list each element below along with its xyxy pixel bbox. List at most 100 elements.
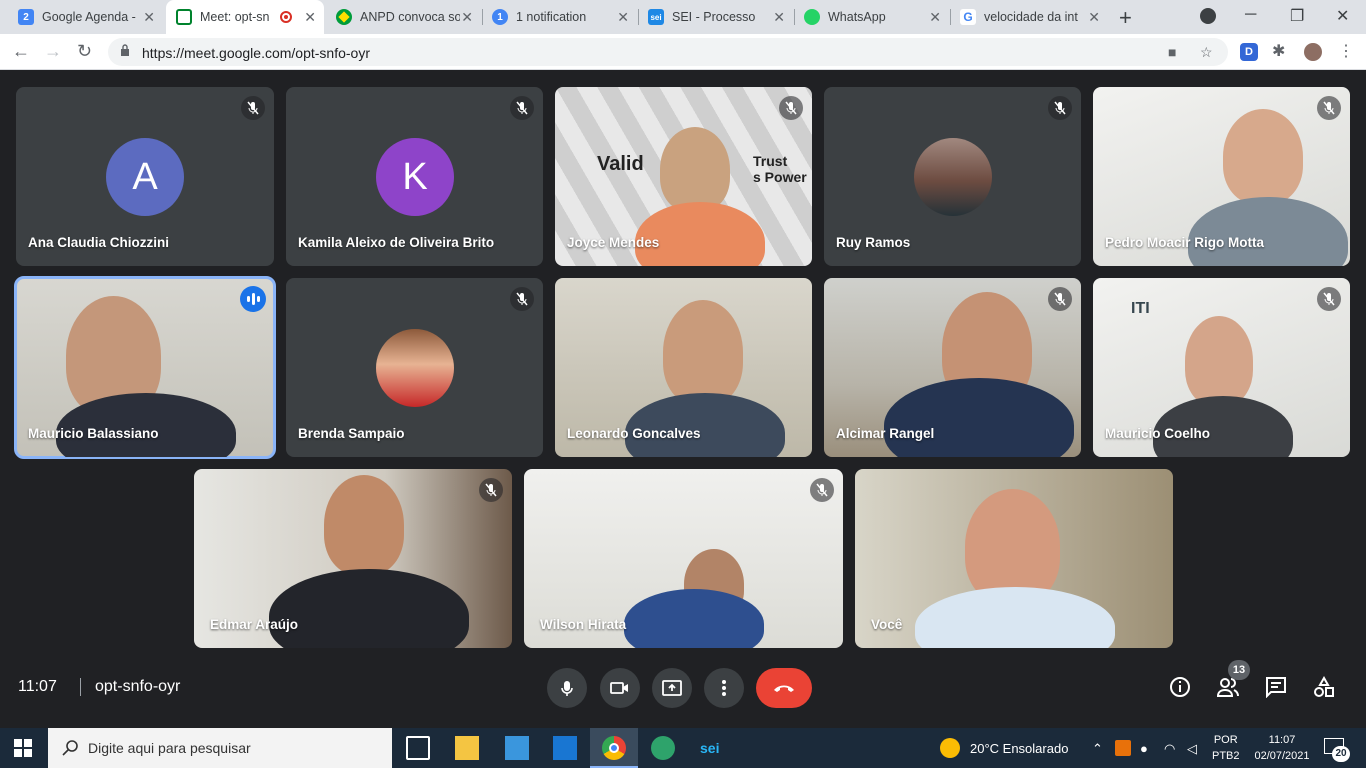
tab-title: WhatsApp <box>828 10 886 24</box>
sei-icon: sei <box>648 9 664 25</box>
taskbar-clock[interactable]: 11:07 02/07/2021 <box>1252 732 1312 764</box>
participant-name: Wilson Hirata <box>540 617 627 632</box>
background-logo-text: Valid <box>597 153 644 175</box>
meet-icon <box>176 9 192 25</box>
tab-anpd[interactable]: ANPD convoca so ✕ <box>326 0 481 34</box>
participant-tile[interactable]: ITI Mauricio Coelho <box>1093 278 1350 457</box>
more-options-button[interactable] <box>704 668 744 708</box>
minimize-icon[interactable]: ─ <box>1245 6 1256 24</box>
close-tab-icon[interactable]: ✕ <box>304 9 316 26</box>
participant-tile[interactable]: Valid Trust s Power Joyce Mendes <box>555 87 812 266</box>
browser-menu-icon[interactable]: ⋮ <box>1338 43 1356 61</box>
input-language[interactable]: POR PTB2 <box>1212 732 1240 764</box>
participant-tile[interactable]: Pedro Moacir Rigo Motta <box>1093 87 1350 266</box>
close-tab-icon[interactable]: ✕ <box>143 9 155 26</box>
tab-title: ANPD convoca so <box>360 10 460 24</box>
close-tab-icon[interactable]: ✕ <box>929 9 941 26</box>
brazil-flag-icon <box>336 9 352 25</box>
tab-google-agenda[interactable]: 2 Google Agenda - ✕ <box>8 0 163 34</box>
participant-tile[interactable]: K Kamila Aleixo de Oliveira Brito <box>286 87 543 266</box>
extensions-puzzle-icon[interactable]: ✱ <box>1272 43 1290 61</box>
sei-taskbar-icon[interactable]: sei <box>700 736 724 760</box>
restore-icon[interactable]: ❐ <box>1290 6 1304 26</box>
mic-muted-icon <box>241 96 265 120</box>
mic-muted-icon <box>1048 287 1072 311</box>
close-tab-icon[interactable]: ✕ <box>617 9 629 26</box>
leave-call-button[interactable] <box>756 668 812 708</box>
participant-video-figure <box>1188 197 1348 266</box>
participant-tile-self[interactable]: Você <box>855 469 1173 648</box>
participant-tile[interactable]: Leonardo Goncalves <box>555 278 812 457</box>
weather-sun-icon[interactable] <box>940 738 960 758</box>
chat-icon[interactable] <box>1265 676 1287 698</box>
tab-whatsapp[interactable]: WhatsApp ✕ <box>794 0 949 34</box>
mic-muted-icon <box>1048 96 1072 120</box>
windows-start-icon[interactable] <box>14 739 32 757</box>
tab-sei[interactable]: sei SEI - Processo ✕ <box>638 0 793 34</box>
mic-muted-icon <box>779 96 803 120</box>
participant-tile[interactable]: Edmar Araújo <box>194 469 512 648</box>
clock-date: 02/07/2021 <box>1254 750 1310 762</box>
close-tab-icon[interactable]: ✕ <box>773 9 785 26</box>
participant-tile[interactable]: Brenda Sampaio <box>286 278 543 457</box>
avatar: A <box>106 138 184 216</box>
address-bar[interactable]: https://meet.google.com/opt-snfo-oyr ■ ☆ <box>108 38 1228 66</box>
file-explorer-icon[interactable] <box>455 736 479 760</box>
tray-app-icon[interactable] <box>1115 740 1131 756</box>
tab-search-icon[interactable] <box>1200 8 1216 24</box>
forward-icon[interactable]: → <box>44 41 62 62</box>
browser-toolbar: ← → ↻ https://meet.google.com/opt-snfo-o… <box>0 34 1366 70</box>
microphone-button[interactable] <box>547 668 587 708</box>
more-vert-icon <box>722 680 726 696</box>
camera-icon <box>610 682 628 694</box>
wifi-icon[interactable]: ◠ <box>1164 741 1175 757</box>
close-tab-icon[interactable]: ✕ <box>461 9 473 26</box>
participant-video-figure <box>269 569 469 648</box>
participant-name: Leonardo Goncalves <box>567 426 701 441</box>
participant-video-figure <box>324 475 404 575</box>
camera-button[interactable] <box>600 668 640 708</box>
speaking-indicator-icon <box>240 286 266 312</box>
search-placeholder: Digite aqui para pesquisar <box>88 740 251 756</box>
participant-tile[interactable]: A Ana Claudia Chiozzini <box>16 87 274 266</box>
task-view-icon[interactable] <box>406 736 430 760</box>
language-code: POR <box>1213 734 1238 746</box>
app-globe-icon[interactable] <box>651 736 675 760</box>
participant-tile[interactable]: Ruy Ramos <box>824 87 1081 266</box>
participant-name: Ana Claudia Chiozzini <box>28 235 170 250</box>
microphone-tray-icon[interactable]: ● <box>1140 741 1148 756</box>
participant-tile[interactable]: Alcimar Rangel <box>824 278 1081 457</box>
extension-d-icon[interactable]: D <box>1240 43 1258 61</box>
taskbar-search-box[interactable]: Digite aqui para pesquisar <box>48 728 392 768</box>
store-icon[interactable] <box>505 736 529 760</box>
tab-google-search[interactable]: G velocidade da int ✕ <box>950 0 1108 34</box>
hang-up-icon <box>774 685 794 692</box>
url-text: https://meet.google.com/opt-snfo-oyr <box>142 45 370 61</box>
show-hidden-icons[interactable]: ⌃ <box>1092 741 1103 757</box>
chrome-taskbar-button[interactable] <box>590 728 638 768</box>
tab-title: Google Agenda - <box>42 10 136 24</box>
participant-tile[interactable]: Wilson Hirata <box>524 469 843 648</box>
close-window-icon[interactable]: ✕ <box>1336 6 1349 26</box>
participant-video-figure <box>1185 316 1253 406</box>
participant-tile-active-speaker[interactable]: Mauricio Balassiano <box>14 276 276 459</box>
reload-icon[interactable]: ↻ <box>77 41 92 62</box>
avatar: K <box>376 138 454 216</box>
new-tab-button[interactable]: + <box>1119 5 1132 31</box>
iti-logo: ITI <box>1131 300 1150 317</box>
camera-indicator-icon[interactable]: ■ <box>1168 44 1176 60</box>
tab-meet[interactable]: Meet: opt-sn ✕ <box>166 0 324 34</box>
volume-icon[interactable]: ◁ <box>1187 741 1197 757</box>
weather-text[interactable]: 20°C Ensolarado <box>970 741 1068 756</box>
meeting-info-icon[interactable] <box>1169 676 1191 698</box>
lock-icon <box>121 44 129 56</box>
mail-icon[interactable] <box>553 736 577 760</box>
present-screen-button[interactable] <box>652 668 692 708</box>
back-icon[interactable]: ← <box>12 41 30 62</box>
bookmark-star-icon[interactable]: ☆ <box>1200 44 1213 61</box>
activities-icon[interactable] <box>1313 676 1335 698</box>
profile-avatar[interactable] <box>1304 43 1322 61</box>
mic-muted-icon <box>810 478 834 502</box>
tab-notification[interactable]: 1 1 notification ✕ <box>482 0 637 34</box>
close-tab-icon[interactable]: ✕ <box>1088 9 1100 26</box>
